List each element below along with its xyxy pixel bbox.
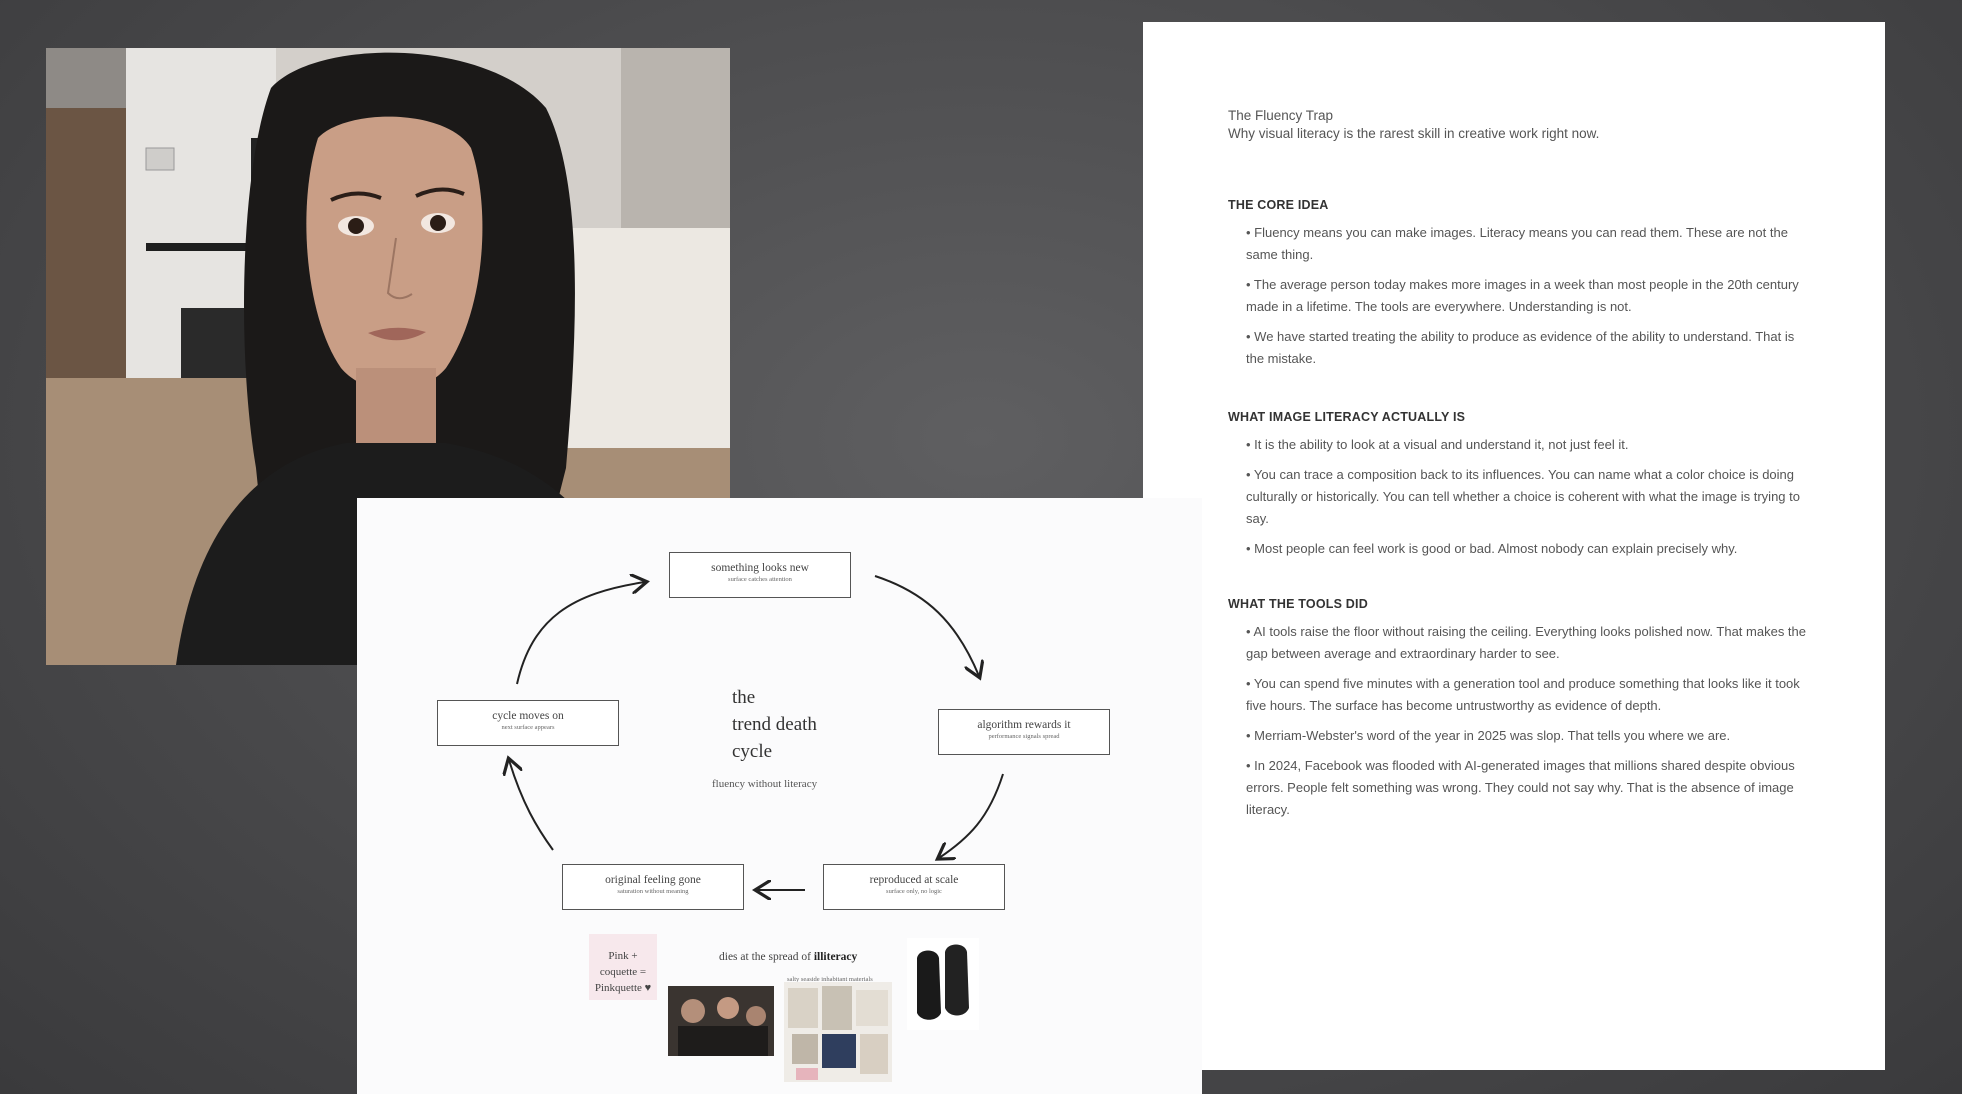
center-title-line: the [732, 687, 756, 708]
bullet-item: • Merriam-Webster's word of the year in … [1246, 728, 1731, 743]
caption-prefix: dies at the spread of [719, 951, 811, 963]
center-title-line: cycle [732, 741, 773, 762]
node-label: original feeling gone [605, 874, 701, 886]
section-tools: WHAT THE TOOLS DID • AI tools raise the … [1228, 597, 1808, 829]
crowd-photo-image [668, 986, 774, 1056]
section-heading: THE CORE IDEA [1228, 198, 1329, 212]
node-label: cycle moves on [492, 710, 564, 722]
document-title: The Fluency Trap [1228, 108, 1334, 123]
node-reproduced-at-scale: reproduced at scale surface only, no log… [823, 864, 1005, 910]
black-shoes-image [907, 938, 979, 1030]
node-sublabel: surface catches attention [728, 576, 792, 583]
bullet-item: • You can trace a composition back to it… [1246, 467, 1800, 526]
arrow-up-top [516, 582, 645, 685]
node-original-feeling-gone: original feeling gone saturation without… [562, 864, 744, 910]
diagram-center-subtitle: fluency without literacy [712, 778, 818, 790]
note-line: Pink + coquette = [599, 950, 647, 978]
caption-bold: illiteracy [813, 951, 858, 963]
bullet-item: • AI tools raise the floor without raisi… [1246, 624, 1807, 661]
node-label: something looks new [711, 562, 809, 574]
trend-cycle-diagram: something looks new surface catches atte… [357, 498, 1202, 1094]
node-sublabel: surface only, no logic [886, 888, 942, 895]
section-heading: WHAT THE TOOLS DID [1228, 597, 1368, 611]
diagram-caption: dies at the spread of illiteracy [719, 951, 857, 963]
node-label: reproduced at scale [869, 874, 959, 886]
section-core-idea: THE CORE IDEA • Fluency means you can ma… [1228, 198, 1808, 378]
arrow-top-right [874, 575, 979, 676]
bullet-item: • We have started treating the ability t… [1246, 329, 1795, 366]
document-subtitle: Why visual literacy is the rarest skill … [1228, 126, 1600, 141]
node-something-looks-new: something looks new surface catches atte… [669, 552, 851, 598]
bullet-item: • Fluency means you can make images. Lit… [1246, 225, 1788, 262]
bullet-item: • It is the ability to look at a visual … [1246, 437, 1629, 452]
node-cycle-moves-on: cycle moves on next surface appears [437, 700, 619, 746]
node-sublabel: performance signals spread [988, 733, 1060, 740]
arrow-right-bottom [939, 773, 1004, 858]
fashion-collage-image [784, 982, 892, 1082]
node-sublabel: next surface appears [501, 724, 555, 731]
arrow-left-up [509, 760, 554, 851]
bullet-item: • The average person today makes more im… [1246, 277, 1799, 314]
pink-sticky-note: Pink + coquette = Pinkquette ♥ [589, 934, 657, 1000]
diagram-center-title: the trend death cycle [732, 684, 817, 765]
node-algorithm-rewards-it: algorithm rewards it performance signals… [938, 709, 1110, 755]
node-sublabel: saturation without meaning [617, 888, 689, 895]
note-line: Pinkquette ♥ [594, 982, 652, 994]
document-page: The Fluency Trap Why visual literacy is … [1143, 22, 1885, 1070]
node-label: algorithm rewards it [977, 719, 1071, 731]
bullet-item: • Most people can feel work is good or b… [1246, 541, 1738, 556]
section-image-literacy: WHAT IMAGE LITERACY ACTUALLY IS • It is … [1228, 410, 1808, 568]
bullet-item: • In 2024, Facebook was flooded with AI-… [1246, 758, 1795, 817]
bullet-item: • You can spend five minutes with a gene… [1246, 676, 1800, 713]
section-heading: WHAT IMAGE LITERACY ACTUALLY IS [1228, 410, 1466, 424]
center-title-line: trend death [732, 714, 817, 735]
